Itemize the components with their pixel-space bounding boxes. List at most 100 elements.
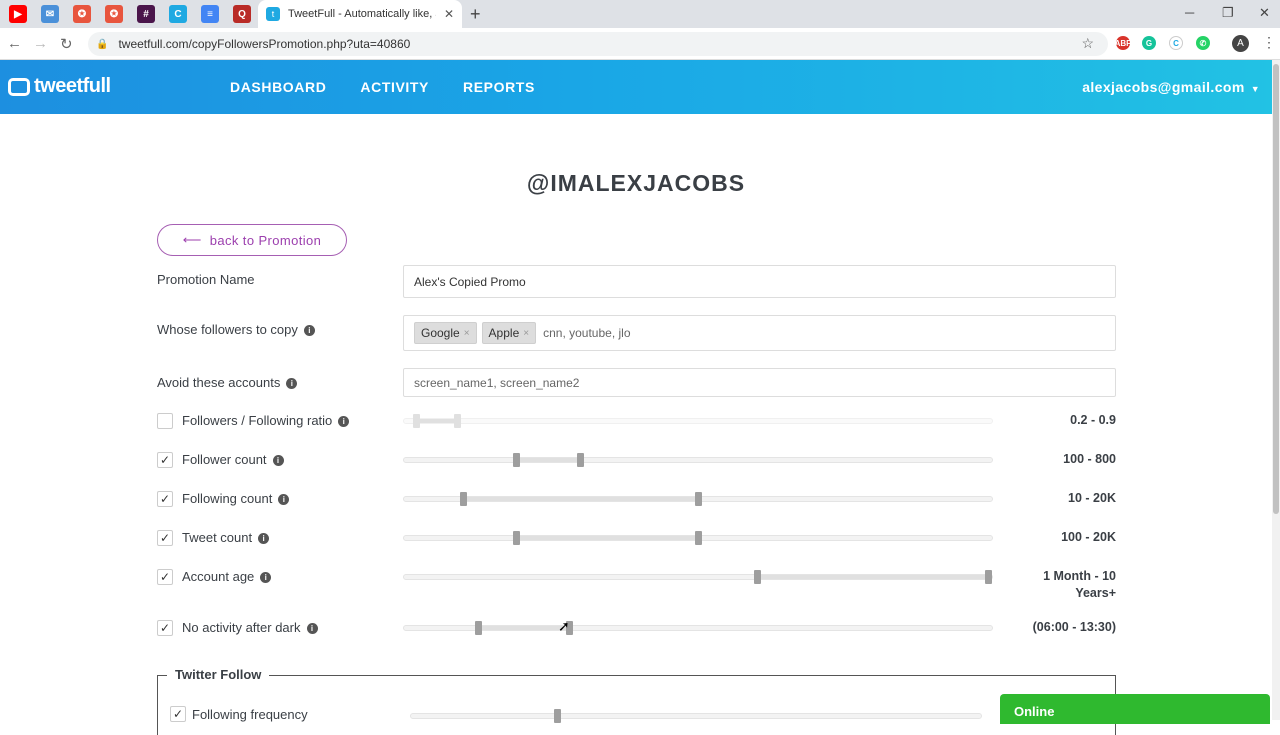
slider-handle[interactable] [453,414,461,428]
filter-label: Account age i [182,569,272,584]
filter-checkbox[interactable]: ✓ [157,491,173,507]
filter-value: 100 - 20K [1061,530,1116,544]
nav-reports[interactable]: REPORTS [463,79,535,95]
following-frequency-slider[interactable] [410,709,982,723]
extension-c-icon[interactable]: C [1169,36,1183,50]
reload-icon[interactable]: ↻ [60,35,73,53]
filter-label: No activity after dark i [182,620,318,635]
main-nav: DASHBOARD ACTIVITY REPORTS [230,79,535,95]
filter-label-text: No activity after dark [182,620,301,635]
close-tab-icon[interactable]: ✕ [444,7,454,21]
minimize-icon[interactable]: ─ [1185,5,1194,20]
mail-tab-icon[interactable]: ✉ [41,5,59,23]
slider-handle[interactable] [412,414,420,428]
app-tab-1-icon[interactable]: ✪ [73,5,91,23]
active-tab[interactable]: t TweetFull - Automatically like, au ✕ [258,0,462,28]
filter-label: Followers / Following ratio i [182,413,350,428]
filter-checkbox[interactable] [157,413,173,429]
range-fill [477,626,569,630]
bookmark-star-icon[interactable]: ☆ [1081,35,1094,52]
chevron-down-icon: ▼ [1250,84,1260,94]
tweetfull-favicon-icon: t [266,7,280,21]
slider-handle[interactable] [985,570,992,584]
nav-dashboard[interactable]: DASHBOARD [230,79,326,95]
range-slider[interactable] [403,414,993,428]
back-to-promotion-button[interactable]: ⟵ back to Promotion [157,224,347,256]
grammarly-icon[interactable]: G [1142,36,1156,50]
slider-handle[interactable] [512,531,520,545]
whatsapp-icon[interactable]: ✆ [1196,36,1210,50]
slider-handle[interactable] [577,453,585,467]
close-window-icon[interactable]: ✕ [1259,5,1270,21]
whose-followers-placeholder: cnn, youtube, jlo [543,326,631,340]
range-fill [415,419,457,423]
info-icon[interactable]: i [260,572,272,583]
url-input[interactable]: 🔒 tweetfull.com/copyFollowersPromotion.p… [88,32,1108,56]
mouse-cursor-icon: ➚ [558,618,570,634]
info-icon[interactable]: i [286,378,298,389]
info-icon[interactable]: i [303,325,315,336]
docs-tab-icon[interactable]: ≡ [201,5,219,23]
tweetfull-logo[interactable]: tweetfull [8,75,111,98]
slider-handle[interactable] [512,453,520,467]
arrow-left-icon: ⟵ [182,232,202,247]
promotion-name-value: Alex's Copied Promo [414,274,526,289]
back-button-label: back to Promotion [209,232,322,248]
logo-text: tweetfull [34,75,111,97]
range-slider[interactable] [403,570,993,584]
filter-checkbox[interactable]: ✓ [157,620,173,636]
twitter-follow-legend: Twitter Follow [167,667,270,682]
filter-label-text: Tweet count [182,530,253,545]
range-fill [756,575,992,579]
info-icon[interactable]: i [338,416,350,427]
range-slider[interactable] [403,621,993,635]
remove-tag-icon[interactable]: × [464,328,470,339]
browser-menu-icon[interactable]: ⋮ [1262,34,1276,51]
scrollbar-thumb[interactable] [1273,64,1279,514]
slider-handle[interactable] [695,492,702,506]
slider-handle[interactable] [695,531,702,545]
youtube-tab-icon[interactable]: ▶ [9,5,27,23]
nav-activity[interactable]: ACTIVITY [360,79,429,95]
slider-handle[interactable] [459,492,467,506]
page-title: @IMALEXJACOBS [526,170,746,196]
slider-handle[interactable] [753,570,761,584]
app-tab-2-icon[interactable]: ✪ [105,5,123,23]
range-slider[interactable] [403,531,993,545]
adblock-icon[interactable]: ABP [1115,36,1131,50]
info-icon[interactable]: i [306,623,318,634]
restore-icon[interactable]: ❐ [1222,5,1234,21]
filter-label: Tweet count i [182,530,270,545]
whose-followers-label-text: Whose followers to copy [157,322,298,337]
lock-icon: 🔒 [96,38,109,50]
filter-checkbox[interactable]: ✓ [157,530,173,546]
filter-checkbox[interactable]: ✓ [157,452,173,468]
app-tab-3-icon[interactable]: C [169,5,187,23]
logo-mark-icon [8,77,30,96]
tag-google[interactable]: Google × [414,322,477,344]
browser-tab-bar: ▶ ✉ ✪ ✪ # C ≡ Q t TweetFull - Automatically lik… [0,0,1280,28]
profile-avatar[interactable]: A [1232,35,1249,52]
slider-handle[interactable] [553,709,561,723]
quora-tab-icon[interactable]: Q [233,5,251,23]
forward-icon[interactable]: → [33,35,48,52]
whose-followers-input[interactable]: Google × Apple × cnn, youtube, jlo [403,315,1116,351]
info-icon[interactable]: i [272,455,284,466]
range-fill [515,536,698,540]
remove-tag-icon[interactable]: × [523,328,529,339]
back-icon[interactable]: ← [7,35,22,52]
info-icon[interactable]: i [278,494,290,505]
slack-tab-icon[interactable]: # [137,5,155,23]
promotion-name-input[interactable]: Alex's Copied Promo [403,265,1116,298]
tag-apple[interactable]: Apple × [481,322,537,344]
filter-label-text: Account age [182,569,255,584]
slider-handle[interactable] [474,621,482,635]
avoid-accounts-placeholder: screen_name1, screen_name2 [414,375,580,390]
avoid-accounts-input[interactable]: screen_name1, screen_name2 [403,368,1116,397]
user-menu[interactable]: alexjacobs@gmail.com ▼ [1082,79,1260,95]
range-slider[interactable] [403,453,993,467]
info-icon[interactable]: i [258,533,270,544]
filter-checkbox[interactable]: ✓ [157,569,173,585]
new-tab-icon[interactable]: + [470,4,481,25]
range-slider[interactable] [403,492,993,506]
